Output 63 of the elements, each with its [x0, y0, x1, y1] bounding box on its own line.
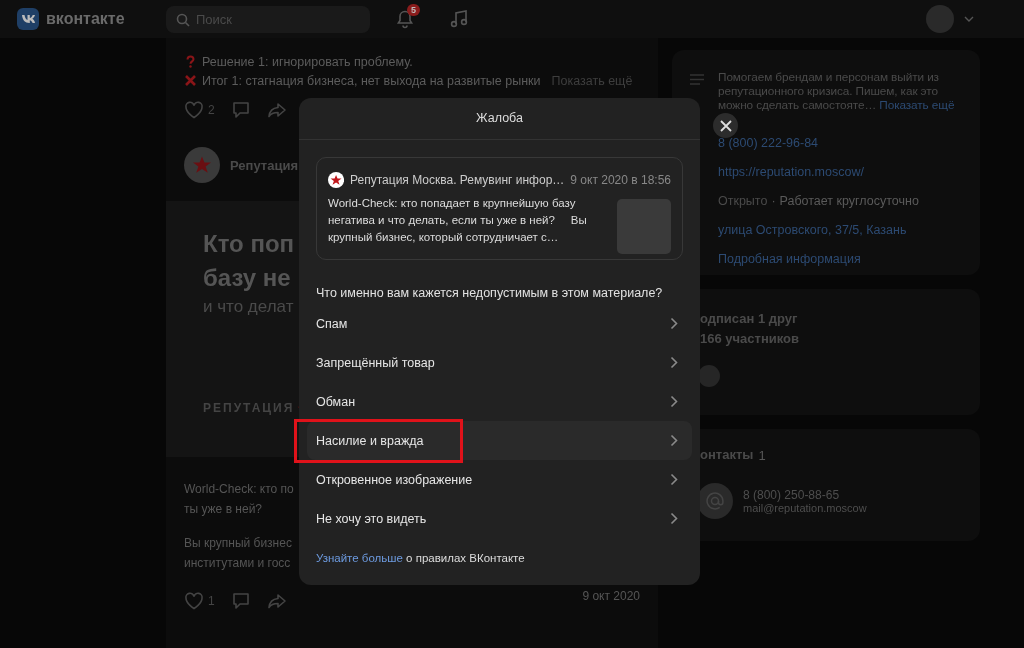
music-note-icon[interactable] — [450, 9, 468, 29]
report-option[interactable]: Насилие и вражда — [307, 421, 692, 460]
hours-text: Работает круглосуточно — [779, 194, 919, 208]
post-text: институтами и госс — [184, 555, 291, 572]
contacts-title[interactable]: онтакты — [700, 445, 754, 465]
cross-icon — [184, 74, 197, 87]
comment-icon[interactable] — [230, 100, 251, 119]
question-text: Что именно вам кажется недопустимым в этом материале? — [316, 286, 664, 300]
chevron-right-icon — [670, 434, 678, 447]
preview-text: World-Check: кто попадает в крупнейшую базу негатива и что делать, если ты уже в ней? Вы крупный бизнес, который сотрудничает с… — [328, 196, 588, 245]
learn-more-link[interactable]: Узнайте больше — [316, 552, 403, 564]
search-icon — [176, 12, 190, 27]
report-option[interactable]: Спам — [307, 304, 692, 343]
avatar[interactable] — [926, 5, 954, 33]
show-more-link[interactable]: Показать ещё — [879, 98, 955, 112]
menu-icon — [690, 74, 704, 85]
cover-title: базу не — [203, 263, 291, 293]
close-icon — [719, 119, 732, 132]
preview-author: Репутация Москва. Ремувинг инфор… — [350, 173, 565, 187]
info-link[interactable]: Подробная информация — [718, 252, 861, 266]
chevron-right-icon — [670, 356, 678, 369]
image-placeholder — [617, 199, 671, 254]
members-count[interactable]: 166 участников — [700, 329, 980, 349]
avatar[interactable] — [698, 365, 720, 387]
post-text: World-Check: кто по — [184, 481, 294, 498]
contact-phone: 8 (800) 250-88-65 — [743, 488, 841, 502]
author-name[interactable]: Репутация — [230, 157, 298, 173]
separator-dot: · — [771, 194, 776, 208]
cover-title: Кто поп — [203, 229, 295, 259]
chevron-right-icon — [670, 395, 678, 408]
chevron-right-icon — [670, 512, 678, 525]
logo-text: вконтакте — [46, 10, 125, 28]
info-link[interactable]: улица Островского, 37/5, Казань — [718, 223, 907, 237]
report-option[interactable]: Не хочу это видеть — [307, 499, 692, 538]
chevron-right-icon — [670, 317, 678, 330]
friends-count[interactable]: одписан 1 друг — [700, 309, 980, 329]
status-label: Открыто — [718, 194, 768, 208]
report-option[interactable]: Запрещённый товар — [307, 343, 692, 382]
contacts-count: 1 — [758, 447, 766, 463]
contact-email: mail@reputation.moscow — [743, 502, 867, 514]
preview-date: 9 окт 2020 в 18:56 — [570, 173, 671, 187]
post-text: Решение 1: игнорировать проблему. — [202, 54, 413, 69]
info-link[interactable]: https://reputation.moscow/ — [718, 165, 864, 179]
star-avatar-icon[interactable] — [184, 147, 220, 183]
dialog-title: Жалоба — [299, 98, 700, 140]
caret-icon[interactable] — [964, 16, 974, 22]
share-icon[interactable] — [266, 100, 287, 119]
report-option[interactable]: Обман — [307, 382, 692, 421]
chevron-right-icon — [670, 473, 678, 486]
comment-icon[interactable] — [230, 591, 251, 610]
report-option[interactable]: Откровенное изображение — [307, 460, 692, 499]
rules-note: Узнайте больше о правилах ВКонтакте — [316, 552, 526, 564]
post-date: 9 окт 2020 — [582, 588, 640, 603]
post-text: ты уже в ней? — [184, 501, 262, 518]
info-link[interactable]: 8 (800) 222-96-84 — [718, 136, 819, 150]
logo-icon[interactable] — [17, 8, 39, 30]
share-icon[interactable] — [266, 591, 287, 610]
post-text: Итог 1: стагнация бизнеса, нет выхода на развитые рынки — [202, 73, 541, 88]
post-text: Вы крупный бизнес — [184, 535, 292, 552]
star-avatar-icon — [328, 169, 345, 191]
bell-icon[interactable] — [395, 9, 415, 29]
question-mark-icon — [184, 55, 197, 68]
notification-badge: 5 — [407, 4, 420, 16]
